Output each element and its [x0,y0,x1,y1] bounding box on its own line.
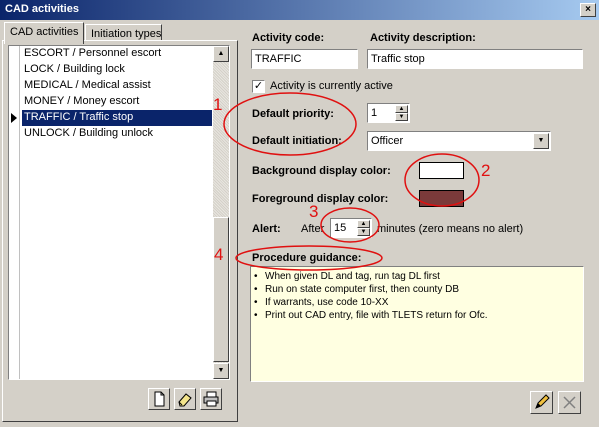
active-checkbox-label: Activity is currently active [270,80,393,92]
annotation-number-4: 4 [214,245,224,264]
spinner-buttons[interactable]: ▲ ▼ [395,105,408,121]
spin-down-icon[interactable]: ▼ [395,113,408,121]
activity-list[interactable]: ESCORT / Personnel escort LOCK / Buildin… [8,45,230,380]
tab-initiation-types[interactable]: Initiation types [85,24,162,41]
activity-description-label: Activity description: [370,32,476,44]
spin-up-icon[interactable]: ▲ [395,105,408,113]
edit-button[interactable] [530,391,553,414]
checkmark-icon: ✓ [253,80,264,92]
background-color-swatch[interactable] [419,162,464,179]
printer-icon [203,391,219,407]
window-title: CAD activities [5,3,79,15]
activity-description-field[interactable]: Traffic stop [367,49,583,69]
row-indicator-gutter [9,46,20,379]
edit-activity-button[interactable] [174,388,196,410]
list-item[interactable]: LOCK / Building lock [22,62,212,78]
new-activity-button[interactable] [148,388,170,410]
procedure-line: • If warrants, use code 10-XX [254,297,389,308]
annotation-number-2: 2 [481,161,491,180]
procedure-line: • Run on state computer first, then count… [254,284,459,295]
print-activity-button[interactable] [200,388,222,410]
new-document-icon [154,391,165,407]
list-item[interactable]: ESCORT / Personnel escort [22,46,212,62]
scroll-thumb[interactable] [213,217,229,362]
background-color-label: Background display color: [252,165,391,177]
activity-description-value: Traffic stop [371,53,425,65]
annotation-number-3: 3 [309,202,319,221]
procedure-line: • When given DL and tag, run tag DL first [254,271,440,282]
cancel-button[interactable] [558,391,581,414]
foreground-color-swatch[interactable] [419,190,464,207]
close-window-button[interactable]: × [580,3,596,17]
list-item-selected[interactable]: TRAFFIC / Traffic stop [22,110,212,126]
arrow-down-icon: ▼ [217,367,225,374]
tab-label: CAD activities [10,26,79,38]
annotation-number-1: 1 [213,95,223,114]
procedure-guidance-label: Procedure guidance: [252,252,362,264]
chevron-down-icon: ▼ [537,137,545,144]
alert-minutes-spinner[interactable]: 15 ▲ ▼ [330,218,372,238]
spinner-buttons[interactable]: ▲ ▼ [357,220,370,236]
procedure-guidance-memo[interactable]: • When given DL and tag, run tag DL first… [250,266,584,382]
activity-code-field[interactable]: TRAFFIC [251,49,358,69]
alert-label: Alert: [252,223,281,235]
list-item[interactable]: MEDICAL / Medical assist [22,78,212,94]
default-initiation-value: Officer [371,135,404,147]
active-checkbox[interactable]: ✓ [252,80,265,93]
scroll-down-button[interactable]: ▼ [213,363,229,379]
activity-code-label: Activity code: [252,32,325,44]
default-initiation-label: Default initiation: [252,135,342,147]
current-row-arrow-icon [11,113,17,123]
list-item[interactable]: MONEY / Money escort [22,94,212,110]
alert-after-label: After [301,223,325,235]
scroll-up-button[interactable]: ▲ [213,46,229,62]
dropdown-button[interactable]: ▼ [533,133,549,149]
default-priority-label: Default priority: [252,108,334,120]
list-item[interactable]: UNLOCK / Building unlock [22,126,212,142]
tab-cad-activities[interactable]: CAD activities [4,22,84,44]
default-priority-value: 1 [371,107,378,119]
foreground-color-label: Foreground display color: [252,193,389,205]
alert-suffix-label: minutes (zero means no alert) [377,223,524,235]
spin-down-icon[interactable]: ▼ [357,228,370,236]
title-bar: CAD activities × [0,0,599,20]
default-initiation-dropdown[interactable]: Officer ▼ [367,131,551,151]
x-icon [563,396,576,409]
tab-label: Initiation types [91,28,162,40]
arrow-up-icon: ▲ [217,50,225,57]
eraser-icon [178,393,192,407]
close-icon: × [585,4,591,15]
procedure-line: • Print out CAD entry, file with TLETS re… [254,310,488,321]
spin-up-icon[interactable]: ▲ [357,220,370,228]
pencil-icon [535,394,550,409]
alert-minutes-value: 15 [334,222,347,234]
activity-code-value: TRAFFIC [255,53,302,65]
default-priority-spinner[interactable]: 1 ▲ ▼ [367,103,410,123]
